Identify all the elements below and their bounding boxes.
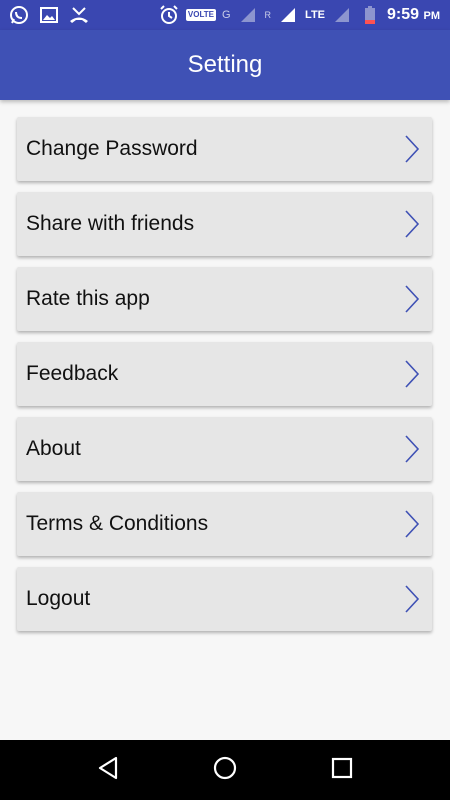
- system-nav-bar: [0, 740, 450, 800]
- recents-button[interactable]: [322, 750, 362, 790]
- terms-conditions-item[interactable]: Terms & Conditions: [17, 492, 432, 556]
- roaming-label: R: [264, 10, 272, 20]
- signal-1-icon: [237, 4, 259, 26]
- about-item[interactable]: About: [17, 417, 432, 481]
- recents-icon: [331, 757, 353, 784]
- chevron-right-icon: [392, 192, 432, 256]
- home-button[interactable]: [205, 750, 245, 790]
- share-with-friends-item[interactable]: Share with friends: [17, 192, 432, 256]
- change-password-item[interactable]: Change Password: [17, 117, 432, 181]
- lte-label: LTE: [305, 9, 326, 21]
- share-with-friends-label: Share with friends: [26, 212, 195, 235]
- feedback-item[interactable]: Feedback: [17, 342, 432, 406]
- alarm-icon: [158, 4, 180, 26]
- signal-3-icon: [331, 4, 353, 26]
- image-icon: [38, 4, 60, 26]
- missed-call-icon: [68, 4, 90, 26]
- app-bar: Setting: [0, 30, 450, 100]
- terms-conditions-label: Terms & Conditions: [26, 512, 209, 535]
- change-password-label: Change Password: [26, 137, 198, 160]
- rate-this-app-item[interactable]: Rate this app: [17, 267, 432, 331]
- chevron-right-icon: [392, 417, 432, 481]
- chevron-right-icon: [392, 567, 432, 631]
- whatsapp-icon: [8, 4, 30, 26]
- home-icon: [212, 755, 238, 786]
- page-title: Setting: [187, 51, 263, 78]
- battery-icon: [359, 4, 381, 26]
- about-label: About: [26, 437, 81, 460]
- chevron-right-icon: [392, 342, 432, 406]
- back-button[interactable]: [88, 750, 128, 790]
- settings-list: Change Password Share with friends Rate …: [17, 117, 432, 642]
- chevron-right-icon: [392, 117, 432, 181]
- back-icon: [97, 756, 119, 785]
- chevron-right-icon: [392, 267, 432, 331]
- status-bar: VOLTE G R LTE 9:59 PM: [0, 0, 450, 30]
- clock: 9:59 PM: [387, 6, 440, 24]
- logout-item[interactable]: Logout: [17, 567, 432, 631]
- feedback-label: Feedback: [26, 362, 119, 385]
- signal-2-icon: [277, 4, 299, 26]
- logout-label: Logout: [26, 587, 91, 610]
- rate-this-app-label: Rate this app: [26, 287, 150, 310]
- volte-badge: VOLTE: [185, 9, 216, 21]
- sim1-network-label: G: [221, 9, 231, 21]
- chevron-right-icon: [392, 492, 432, 556]
- clock-ampm: PM: [423, 10, 441, 22]
- clock-time: 9:59: [387, 6, 420, 23]
